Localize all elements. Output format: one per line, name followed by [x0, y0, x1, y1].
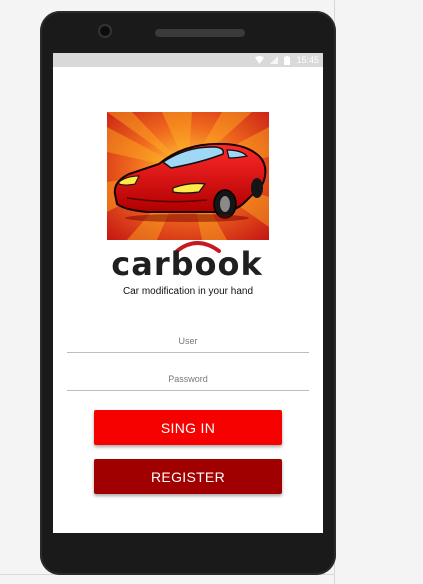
register-button[interactable]: REGISTER	[94, 459, 282, 494]
wifi-icon	[255, 56, 265, 64]
status-bar: 15:45	[53, 53, 323, 67]
sign-in-button[interactable]: SING IN	[94, 410, 282, 445]
app-tagline: Car modification in your hand	[122, 286, 254, 297]
user-input[interactable]	[67, 330, 309, 353]
earpiece-speaker	[155, 29, 245, 37]
status-time: 15:45	[296, 55, 319, 65]
brand-wordmark: carbook	[111, 245, 263, 279]
car-logo-image	[107, 112, 269, 240]
front-camera	[100, 26, 110, 36]
password-input[interactable]	[67, 368, 309, 391]
battery-icon	[284, 55, 291, 65]
brand-logo: carbook	[107, 239, 267, 283]
app-screen: 15:45 carbook Car modification in your h…	[53, 53, 323, 533]
status-icons: 15:45	[255, 53, 319, 67]
phone-frame: 15:45 carbook Car modification in your h…	[40, 11, 336, 575]
signal-icon	[270, 56, 279, 64]
